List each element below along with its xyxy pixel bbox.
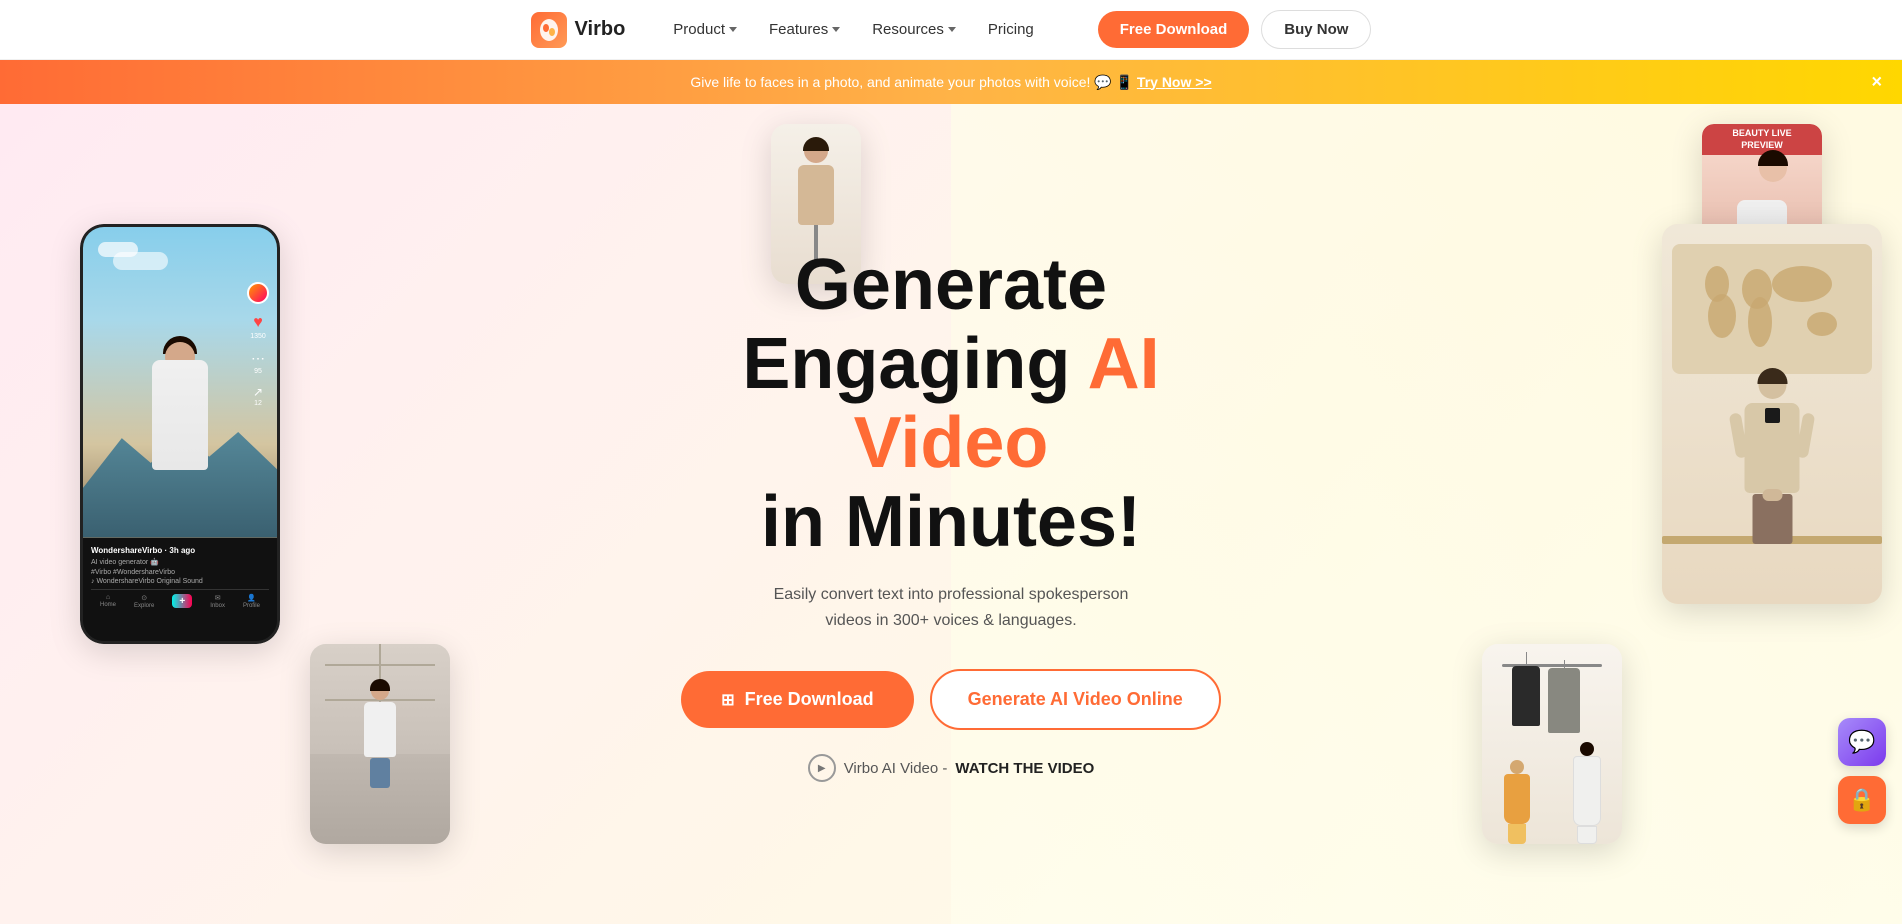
banner-try-now-link[interactable]: Try Now >>	[1137, 74, 1212, 90]
hero-title: Generate Engaging AI Video in Minutes!	[651, 246, 1251, 563]
phone-share-icon: ↗ 12	[253, 385, 263, 407]
phone-nav: ⌂Home ⊙Explore + ✉Inbox 👤Profile	[91, 589, 269, 609]
float-img-room-person	[310, 644, 450, 844]
banner-close-button[interactable]: ×	[1871, 72, 1882, 93]
announcement-banner: Give life to faces in a photo, and anima…	[0, 60, 1902, 104]
phone-comment-icon: ⋯ 95	[251, 350, 265, 375]
chevron-icon	[729, 27, 737, 32]
phone-frame: ♥ 1350 ⋯ 95 ↗ 12 WondershareVirbo · 3h a…	[80, 224, 280, 644]
float-img-fashion	[1482, 644, 1622, 844]
person-in-video	[140, 358, 220, 538]
logo-text: Virbo	[575, 18, 626, 41]
hero-buttons: ⊞ Free Download Generate AI Video Online	[651, 669, 1251, 730]
phone-video-bg: ♥ 1350 ⋯ 95 ↗ 12	[83, 227, 277, 538]
play-circle-icon: ▶	[808, 754, 836, 782]
float-img-tiktok-phone: ♥ 1350 ⋯ 95 ↗ 12 WondershareVirbo · 3h a…	[80, 224, 280, 644]
nav-item-product[interactable]: Product	[673, 21, 737, 38]
nav-item-resources[interactable]: Resources	[872, 21, 956, 38]
beauty-card-header: BEAUTY LIVE PREVIEW	[1702, 124, 1822, 155]
support-widget-button[interactable]: 🔒	[1838, 776, 1886, 824]
world-map-svg	[1672, 244, 1872, 374]
hero-generate-online-button[interactable]: Generate AI Video Online	[930, 669, 1221, 730]
phone-like-icon: ♥ 1350	[250, 314, 266, 340]
chevron-icon	[832, 27, 840, 32]
phone-ui-bar: WondershareVirbo · 3h ago AI video gener…	[83, 538, 277, 642]
banner-text: Give life to faces in a photo, and anima…	[690, 74, 1211, 91]
nav-buy-now-button[interactable]: Buy Now	[1261, 10, 1371, 49]
hero-section: BEAUTY LIVE PREVIEW	[0, 104, 1902, 924]
float-img-man-map	[1662, 224, 1882, 604]
hero-subtitle: Easily convert text into professional sp…	[651, 582, 1251, 633]
phone-actions: ♥ 1350 ⋯ 95 ↗ 12	[247, 282, 269, 407]
hero-watch-video[interactable]: ▶ Virbo AI Video - WATCH THE VIDEO	[651, 754, 1251, 782]
nav-right: Free Download Buy Now	[1098, 10, 1372, 49]
logo-icon	[531, 12, 567, 48]
hero-center: Generate Engaging AI Video in Minutes! E…	[631, 186, 1271, 843]
nav-free-download-button[interactable]: Free Download	[1098, 11, 1250, 48]
nav-item-features[interactable]: Features	[769, 21, 840, 38]
sidebar-widgets: 💬 🔒	[1838, 718, 1886, 824]
phone-profile-pic	[247, 282, 269, 304]
logo[interactable]: Virbo	[531, 12, 626, 48]
windows-icon: ⊞	[721, 690, 734, 710]
hero-free-download-button[interactable]: ⊞ Free Download	[681, 671, 913, 728]
nav-inner: Virbo Product Features Resources Pricing…	[531, 10, 1372, 49]
nav-item-pricing[interactable]: Pricing	[988, 21, 1034, 38]
navbar: Virbo Product Features Resources Pricing…	[0, 0, 1902, 60]
chevron-icon	[948, 27, 956, 32]
chat-widget-button[interactable]: 💬	[1838, 718, 1886, 766]
